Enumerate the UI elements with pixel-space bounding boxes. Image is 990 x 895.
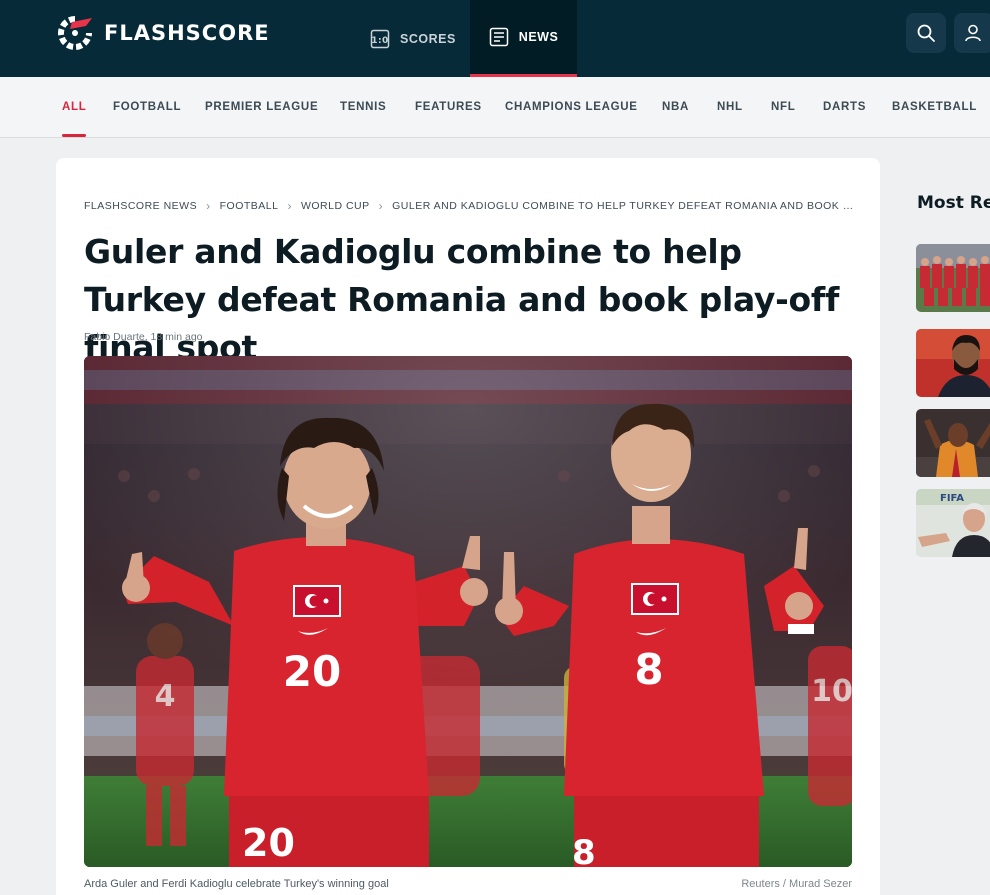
player-right-shorts-number: 8 [572, 833, 596, 867]
hero-image: 4 10 20 20 8 8 [84, 356, 852, 867]
article-headline: Guler and Kadioglu combine to help Turke… [84, 232, 840, 367]
player-right-number: 8 [634, 645, 663, 694]
nav-news-label: NEWS [518, 30, 559, 44]
category-features[interactable]: FEATURES [415, 77, 482, 137]
user-button[interactable] [954, 13, 990, 53]
background-player-number: 4 [155, 679, 176, 714]
category-champions-league[interactable]: CHAMPIONS LEAGUE [505, 77, 638, 137]
category-darts[interactable]: DARTS [823, 77, 866, 137]
svg-text:1:0: 1:0 [371, 36, 389, 46]
category-nba[interactable]: NBA [662, 77, 689, 137]
chevron-right-icon: › [287, 199, 292, 213]
nav-scores[interactable]: 1:0 SCORES [356, 0, 470, 77]
breadcrumb-flashscore-news[interactable]: FLASHSCORE NEWS [84, 200, 197, 212]
chevron-right-icon: › [378, 199, 384, 213]
flashscore-logo-icon [58, 16, 92, 50]
team-photo-thumbnail [916, 244, 990, 312]
sidebar-item-team-photo[interactable] [916, 244, 990, 312]
breadcrumb: FLASHSCORE NEWS › FOOTBALL › WORLD CUP ›… [84, 199, 854, 213]
background-player-number-right: 10 [811, 674, 852, 709]
image-caption: Arda Guler and Ferdi Kadioglu celebrate … [84, 878, 389, 890]
flashscore-logo[interactable]: FLASHSCORE [58, 16, 270, 50]
article-card: FLASHSCORE NEWS › FOOTBALL › WORLD CUP ›… [56, 158, 880, 895]
category-nfl[interactable]: NFL [771, 77, 795, 137]
image-credit: Reuters / Murad Sezer [741, 878, 852, 890]
publish-time: 18 min ago [150, 331, 203, 343]
category-nhl[interactable]: NHL [717, 77, 743, 137]
most-read-title: Most Re [917, 193, 990, 213]
search-icon [917, 24, 935, 42]
breadcrumb-football[interactable]: FOOTBALL [220, 200, 279, 212]
byline: Fabio Duarte, 18 min ago [84, 331, 203, 343]
sidebar-item-press-conference[interactable]: FIFA [916, 489, 990, 557]
logo-text: FLASHSCORE [104, 21, 270, 45]
hero-image-illustration: 4 10 20 20 8 8 [84, 356, 852, 867]
fifa-badge: FIFA [940, 493, 964, 504]
scoreboard-icon: 1:0 [370, 29, 390, 49]
category-basketball[interactable]: BASKETBALL [892, 77, 977, 137]
nav-scores-label: SCORES [400, 31, 456, 46]
nav-news[interactable]: NEWS [469, 0, 578, 77]
top-header: FLASHSCORE 1:0 SCORES NEWS [0, 0, 990, 77]
player-left-number: 20 [283, 647, 341, 696]
breadcrumb-world-cup[interactable]: WORLD CUP [301, 200, 370, 212]
category-bar: ALL FOOTBALL PREMIER LEAGUE TENNIS FEATU… [0, 77, 990, 138]
category-tennis[interactable]: TENNIS [340, 77, 386, 137]
category-all[interactable]: ALL [62, 77, 87, 137]
author-name[interactable]: Fabio Duarte [84, 331, 145, 343]
sidebar-item-player-portrait[interactable] [916, 329, 990, 397]
sidebar-item-celebration[interactable] [916, 409, 990, 477]
player-left-shorts-number: 20 [242, 821, 295, 865]
user-icon [965, 24, 981, 42]
breadcrumb-current: GULER AND KADIOGLU COMBINE TO HELP TURKE… [392, 200, 854, 212]
press-conference-thumbnail: FIFA [916, 489, 990, 557]
celebration-thumbnail [916, 409, 990, 477]
search-button[interactable] [906, 13, 946, 53]
player-portrait-thumbnail [916, 329, 990, 397]
newspaper-icon [489, 27, 509, 47]
category-premier-league[interactable]: PREMIER LEAGUE [205, 77, 318, 137]
category-football[interactable]: FOOTBALL [113, 77, 181, 137]
main-nav: 1:0 SCORES NEWS [356, 0, 578, 77]
chevron-right-icon: › [206, 199, 211, 213]
